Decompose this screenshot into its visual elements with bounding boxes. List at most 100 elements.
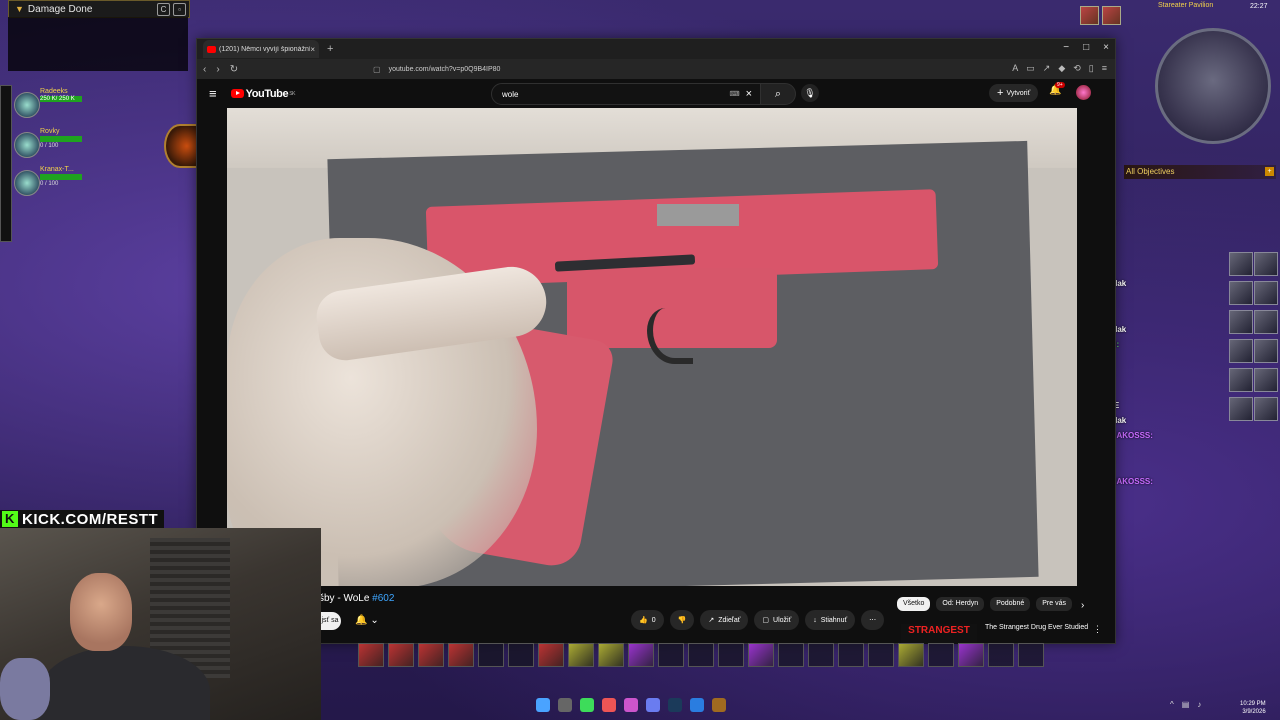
- extension-icon[interactable]: ◆: [1058, 63, 1065, 74]
- ability-icon[interactable]: [1229, 252, 1253, 276]
- maximize-button[interactable]: □: [1083, 42, 1089, 53]
- filter-chip[interactable]: Pre vás: [1036, 597, 1072, 611]
- network-icon[interactable]: ▤: [1182, 700, 1190, 709]
- system-clock[interactable]: 10:29 PM 3/9/2026: [1240, 700, 1266, 716]
- damage-meter-button[interactable]: C: [157, 2, 170, 16]
- voice-search-icon[interactable]: 🎙: [801, 84, 819, 102]
- ability-icon[interactable]: [1254, 252, 1278, 276]
- clear-search-button[interactable]: ×: [746, 88, 752, 100]
- action-slot[interactable]: [568, 643, 594, 667]
- app-icon[interactable]: [580, 698, 594, 712]
- app-icon[interactable]: [624, 698, 638, 712]
- minimap[interactable]: [1155, 28, 1271, 144]
- back-button[interactable]: ‹: [203, 64, 206, 75]
- menu-icon[interactable]: ≡: [1102, 63, 1107, 74]
- action-slot[interactable]: [988, 643, 1014, 667]
- action-slot[interactable]: [388, 643, 414, 667]
- save-button[interactable]: ▢ Uložiť: [754, 610, 800, 630]
- close-window-button[interactable]: ×: [1103, 42, 1109, 53]
- video-player[interactable]: [227, 108, 1077, 586]
- reload-button[interactable]: ↻: [230, 64, 238, 75]
- action-slot[interactable]: [448, 643, 474, 667]
- volume-icon[interactable]: ♪: [1197, 700, 1201, 709]
- share-icon[interactable]: ↗: [1043, 63, 1051, 74]
- action-slot[interactable]: [868, 643, 894, 667]
- party-member[interactable]: Radeeks 250 K/ 250 K: [14, 88, 84, 118]
- action-slot[interactable]: [928, 643, 954, 667]
- ability-icon[interactable]: [1229, 368, 1253, 392]
- video-hashtag[interactable]: #602: [372, 593, 394, 604]
- filter-chip[interactable]: Všetko: [897, 597, 931, 611]
- download-button[interactable]: ↓ Stiahnuť: [805, 610, 856, 630]
- objectives-toggle[interactable]: +: [1265, 167, 1274, 176]
- search-input[interactable]: wole ⌨ ×: [491, 83, 761, 105]
- avatar[interactable]: [1076, 85, 1091, 100]
- action-slot[interactable]: [598, 643, 624, 667]
- translate-icon[interactable]: A: [1012, 63, 1018, 74]
- action-slot[interactable]: [898, 643, 924, 667]
- reader-icon[interactable]: ▭: [1026, 63, 1035, 74]
- forward-button[interactable]: ›: [216, 64, 219, 75]
- action-slot[interactable]: [808, 643, 834, 667]
- new-tab-button[interactable]: +: [327, 43, 333, 55]
- youtube-logo[interactable]: YouTube SK: [230, 88, 295, 100]
- address-bar[interactable]: ▢ youtube.com/watch?v=p0Q9B4IP80: [373, 62, 913, 76]
- party-member[interactable]: Kranax-T... 0 / 100: [14, 166, 84, 196]
- buff-icon[interactable]: [1080, 6, 1099, 25]
- notifications-button[interactable]: 🔔 9+: [1049, 82, 1065, 96]
- action-slot[interactable]: [838, 643, 864, 667]
- ability-icon[interactable]: [1254, 310, 1278, 334]
- browser-tab[interactable]: (1201) Němci vyvíjí špionážní ×: [203, 40, 319, 58]
- action-slot[interactable]: [508, 643, 534, 667]
- share-button[interactable]: ↗ Zdieľať: [700, 610, 749, 630]
- buff-icon[interactable]: [1102, 6, 1121, 25]
- tray-chevron-icon[interactable]: ^: [1170, 700, 1174, 709]
- ability-icon[interactable]: [1254, 281, 1278, 305]
- like-button[interactable]: 👍 0: [631, 610, 664, 630]
- keyboard-icon[interactable]: ⌨: [729, 90, 739, 98]
- action-slot[interactable]: [748, 643, 774, 667]
- taskview-icon[interactable]: [558, 698, 572, 712]
- more-button[interactable]: ⋯: [861, 610, 885, 630]
- recommended-video[interactable]: STRANGEST The Strangest Drug Ever Studie…: [901, 622, 1102, 644]
- action-slot[interactable]: [778, 643, 804, 667]
- recommended-thumbnail[interactable]: STRANGEST: [901, 624, 977, 644]
- action-slot[interactable]: [718, 643, 744, 667]
- action-slot[interactable]: [658, 643, 684, 667]
- hamburger-menu-icon[interactable]: ≡: [209, 86, 217, 101]
- action-slot[interactable]: [628, 643, 654, 667]
- wow-icon[interactable]: [712, 698, 726, 712]
- ability-icon[interactable]: [1229, 281, 1253, 305]
- app-icon[interactable]: [690, 698, 704, 712]
- action-slot[interactable]: [958, 643, 984, 667]
- search-button[interactable]: ⌕: [760, 83, 796, 105]
- action-slot[interactable]: [358, 643, 384, 667]
- minimize-button[interactable]: −: [1063, 42, 1069, 53]
- filter-chip[interactable]: Od: Herdyn: [936, 597, 985, 611]
- steam-icon[interactable]: [668, 698, 682, 712]
- dislike-button[interactable]: 👎: [669, 610, 695, 630]
- action-slot[interactable]: [1018, 643, 1044, 667]
- action-slot[interactable]: [478, 643, 504, 667]
- recommended-title[interactable]: The Strangest Drug Ever Studied: [985, 623, 1089, 632]
- create-button[interactable]: + Vytvoriť: [989, 84, 1039, 102]
- subscribe-button[interactable]: jsť sa: [319, 612, 341, 630]
- ability-icon[interactable]: [1229, 397, 1253, 421]
- more-options-icon[interactable]: ⋮: [1093, 624, 1102, 635]
- collapse-arrow-icon[interactable]: ▼: [15, 4, 24, 14]
- ability-icon[interactable]: [1254, 339, 1278, 363]
- damage-meter-settings-icon[interactable]: ▫: [173, 2, 186, 16]
- chevron-right-icon[interactable]: ›: [1081, 600, 1084, 611]
- tab-close-button[interactable]: ×: [310, 45, 315, 54]
- party-member[interactable]: Rovky 0 / 100: [14, 128, 84, 158]
- sync-icon[interactable]: ⟲: [1073, 63, 1081, 74]
- ability-icon[interactable]: [1229, 339, 1253, 363]
- bookmark-icon[interactable]: ▢: [373, 65, 381, 74]
- discord-icon[interactable]: [646, 698, 660, 712]
- ability-icon[interactable]: [1254, 368, 1278, 392]
- action-slot[interactable]: [418, 643, 444, 667]
- damage-meter-header[interactable]: ▼ Damage Done C ▫: [8, 0, 190, 18]
- action-slot[interactable]: [538, 643, 564, 667]
- filter-chip[interactable]: Podobné: [990, 597, 1031, 611]
- action-slot[interactable]: [688, 643, 714, 667]
